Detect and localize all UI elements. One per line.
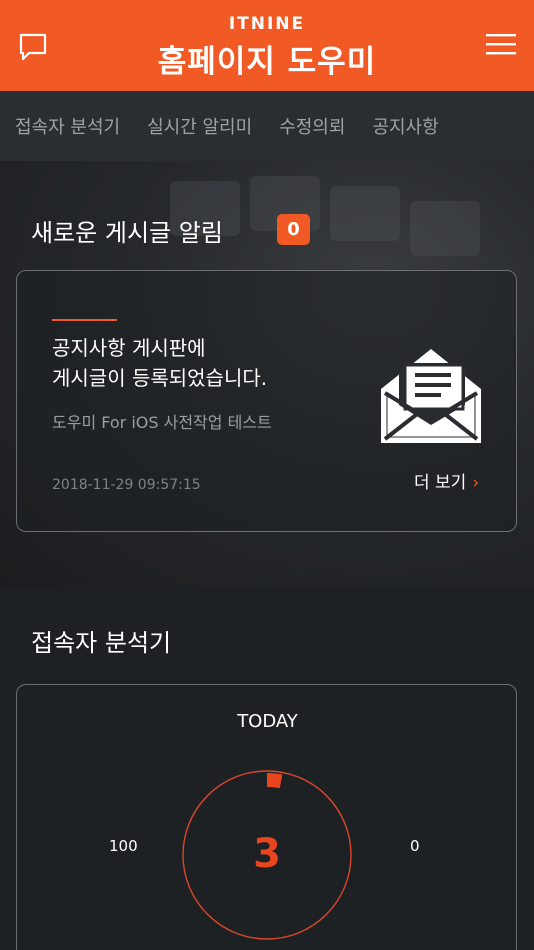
notification-count-badge: 0 xyxy=(277,214,310,245)
background-decoration xyxy=(410,201,480,256)
notification-message-line: 공지사항 게시판에 xyxy=(52,336,206,360)
nav-item-visitor-analyzer[interactable]: 접속자 분석기 xyxy=(15,113,120,139)
notification-section-title: 새로운 게시글 알림 xyxy=(31,219,223,247)
accent-divider xyxy=(52,319,117,321)
top-nav: 접속자 분석기 실시간 알리미 수정의뢰 공지사항 xyxy=(0,91,534,161)
gauge-fill xyxy=(266,773,283,789)
app-title: 홈페이지 도우미 xyxy=(157,44,377,80)
today-visitor-count: 3 xyxy=(253,831,281,877)
notification-post-title: 도우미 For iOS 사전작업 테스트 xyxy=(52,413,272,432)
notification-card[interactable]: 공지사항 게시판에 게시글이 등록되었습니다. 도우미 For iOS 사전작업… xyxy=(16,270,517,532)
notification-section: 새로운 게시글 알림 0 공지사항 게시판에 게시글이 등록되었습니다. 도우미… xyxy=(0,161,534,587)
right-value: 0 xyxy=(410,837,420,855)
left-value: 100 xyxy=(109,837,138,855)
more-label: 더 보기 xyxy=(414,473,467,493)
background-decoration xyxy=(330,186,400,241)
notification-timestamp: 2018-11-29 09:57:15 xyxy=(52,477,201,493)
notification-message-line: 게시글이 등록되었습니다. xyxy=(52,366,268,390)
notification-message: 공지사항 게시판에 게시글이 등록되었습니다. xyxy=(52,333,352,393)
more-button[interactable]: 더 보기 › xyxy=(414,468,479,493)
nav-item-edit-request[interactable]: 수정의뢰 xyxy=(279,113,345,139)
stats-section-title: 접속자 분석기 xyxy=(31,629,172,657)
hamburger-menu-icon[interactable] xyxy=(486,32,516,56)
period-label: TODAY xyxy=(237,711,298,732)
nav-item-realtime-notifier[interactable]: 실시간 알리미 xyxy=(147,113,252,139)
open-envelope-icon xyxy=(381,349,481,443)
brand-logo: ITNINE xyxy=(228,14,306,34)
app-header: ITNINE 홈페이지 도우미 xyxy=(0,0,534,91)
nav-item-notices[interactable]: 공지사항 xyxy=(372,113,438,139)
visitor-stats-card: TODAY 100 0 3 xyxy=(16,684,517,950)
chevron-right-icon: › xyxy=(472,473,480,493)
